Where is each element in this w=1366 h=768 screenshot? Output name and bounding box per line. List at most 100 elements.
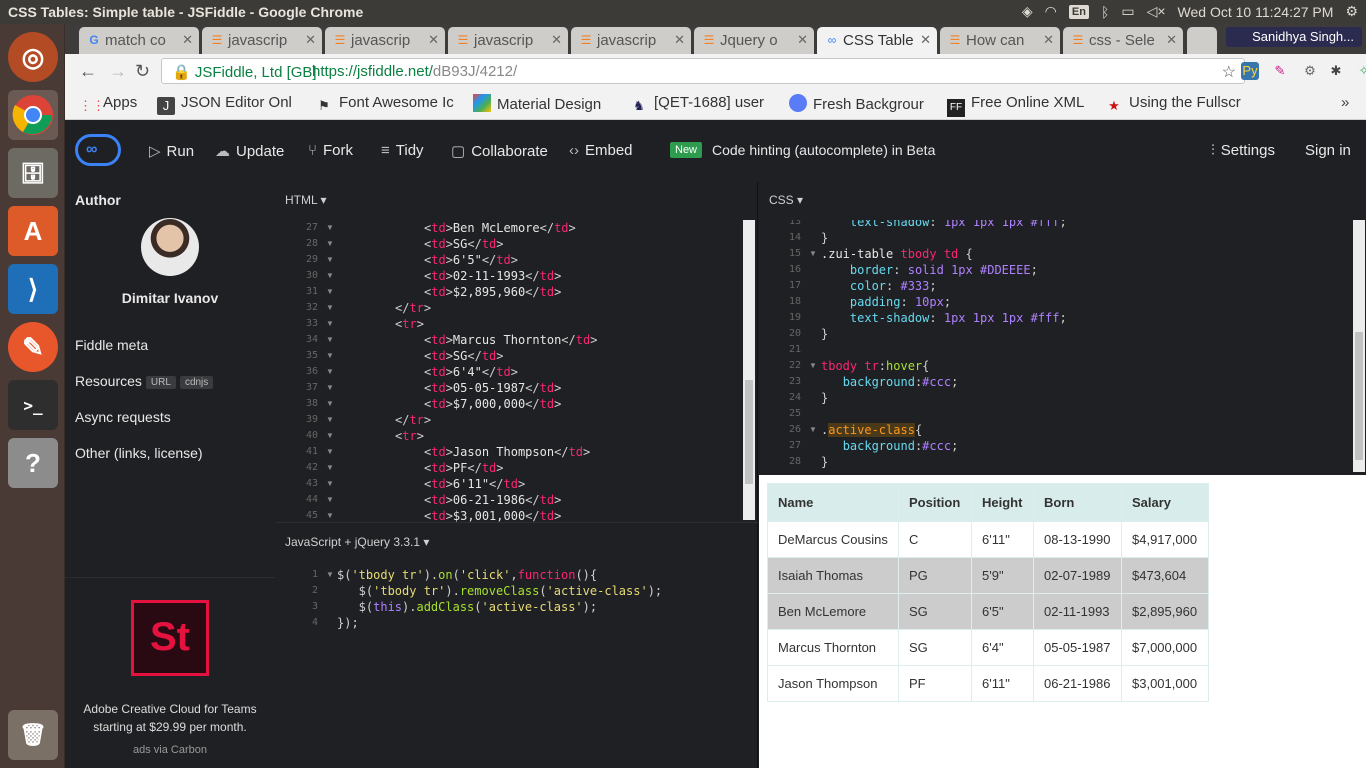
fold-arrow-icon[interactable]: ▼ (326, 495, 334, 504)
close-tab-icon[interactable]: ✕ (920, 32, 931, 48)
chrome-launcher-icon[interactable] (8, 90, 58, 140)
code-line[interactable]: color: #333; (821, 278, 937, 294)
code-line[interactable]: tbody tr:hover{ (821, 358, 929, 374)
code-line[interactable]: <td>Jason Thompson</td> (424, 444, 590, 460)
tab-3[interactable]: ☰ javascrip ✕ (448, 27, 568, 54)
bookmark-fresh-background[interactable]: Fresh Backgrour (789, 94, 927, 113)
secure-lock-label[interactable]: 🔒 JSFiddle, Ltd [GB] (172, 63, 317, 81)
fold-arrow-icon[interactable]: ▼ (326, 303, 334, 312)
dropbox-icon[interactable]: ◈ (1022, 3, 1033, 20)
code-line[interactable]: <tr> (395, 428, 424, 444)
fold-arrow-icon[interactable]: ▼ (326, 223, 334, 232)
forward-icon[interactable]: → (109, 61, 127, 82)
js-panel-header[interactable]: JavaScript + jQuery 3.3.1 ▾ (285, 535, 429, 549)
table-row[interactable]: Marcus Thornton SG 6'4" 05-05-1987 $7,000,00… (767, 629, 1209, 666)
code-line[interactable]: background:#ccc; (821, 374, 959, 390)
settings-button[interactable]: ⫶ Settings (1211, 142, 1275, 159)
embed-button[interactable]: ‹› Embed (569, 142, 633, 159)
code-line[interactable]: <td>$7,000,000</td> (424, 396, 561, 412)
bookmark-json-editor[interactable]: J JSON Editor Onl (157, 94, 297, 115)
tab-7[interactable]: ☰ How can ✕ (940, 27, 1060, 54)
fold-arrow-icon[interactable]: ▼ (809, 249, 817, 258)
fold-arrow-icon[interactable]: ▼ (326, 463, 334, 472)
table-row[interactable]: Ben McLemore SG 6'5" 02-11-1993 $2,895,960 (767, 593, 1209, 630)
volume-muted-icon[interactable]: ◁× (1147, 3, 1166, 20)
code-line[interactable]: background:#ccc; (821, 438, 959, 454)
puzzle-extension-icon[interactable]: ✱ (1327, 62, 1345, 80)
html-panel[interactable]: HTML ▾ 27 ▼ <td>Ben McLemore</td> 28 ▼ <td>SG… (276, 182, 758, 523)
grammar-extension-icon[interactable]: ✧ (1355, 62, 1366, 80)
code-line[interactable]: $('tbody tr').removeClass('active-class'… (337, 583, 662, 599)
url-pill[interactable]: URL (145, 376, 176, 389)
code-line[interactable]: .active-class{ (821, 422, 922, 438)
bookmark-star-icon[interactable]: ☆ (1222, 62, 1236, 82)
keyboard-language-indicator[interactable]: En (1068, 4, 1089, 19)
code-line[interactable]: text-shadow: 1px 1px 1px #fff; (821, 220, 1067, 230)
fold-arrow-icon[interactable]: ▼ (809, 361, 817, 370)
code-line[interactable]: text-shadow: 1px 1px 1px #fff; (821, 310, 1067, 326)
settings-extension-icon[interactable]: ⚙ (1301, 62, 1319, 80)
fold-arrow-icon[interactable]: ▼ (326, 447, 334, 456)
code-line[interactable]: } (821, 390, 828, 406)
css-scroll-thumb[interactable] (1355, 332, 1363, 460)
software-center-icon[interactable]: A (8, 206, 58, 256)
postman-icon[interactable]: ✎ (8, 322, 58, 372)
tab-2[interactable]: ☰ javascrip ✕ (325, 27, 445, 54)
other-links-item[interactable]: Other (links, license) (75, 445, 203, 461)
fold-arrow-icon[interactable]: ▼ (326, 335, 334, 344)
tidy-button[interactable]: ≡ Tidy (381, 142, 424, 159)
code-hinting-link[interactable]: Code hinting (autocomplete) in Beta (712, 142, 935, 158)
jsfiddle-logo-icon[interactable]: ∞ (75, 134, 121, 166)
code-line[interactable]: </tr> (395, 300, 431, 316)
code-line[interactable]: <td>Marcus Thornton</td> (424, 332, 597, 348)
html-scroll-thumb[interactable] (745, 380, 753, 484)
fold-arrow-icon[interactable]: ▼ (326, 415, 334, 424)
tab-8[interactable]: ☰ css - Sele ✕ (1063, 27, 1183, 54)
python-extension-icon[interactable]: Py (1241, 62, 1259, 80)
tab-5[interactable]: ☰ Jquery o ✕ (694, 27, 814, 54)
code-line[interactable]: <td>02-11-1993</td> (424, 268, 561, 284)
css-scrollbar[interactable] (1353, 220, 1365, 472)
bookmark-qet[interactable]: ♞ [QET-1688] user (630, 94, 766, 115)
code-line[interactable]: } (821, 230, 828, 246)
close-tab-icon[interactable]: ✕ (1043, 32, 1054, 48)
clock[interactable]: Wed Oct 10 11:24:27 PM (1178, 4, 1334, 20)
fold-arrow-icon[interactable]: ▼ (326, 431, 334, 440)
code-line[interactable]: <td>6'5"</td> (424, 252, 518, 268)
fold-arrow-icon[interactable]: ▼ (326, 399, 334, 408)
code-line[interactable]: } (821, 454, 828, 470)
vscode-icon[interactable]: ⟩ (8, 264, 58, 314)
wifi-icon[interactable]: ◠ (1045, 3, 1057, 20)
code-line[interactable]: <td>6'4"</td> (424, 364, 518, 380)
fold-arrow-icon[interactable]: ▼ (326, 570, 334, 579)
fold-arrow-icon[interactable]: ▼ (326, 511, 334, 520)
fold-arrow-icon[interactable]: ▼ (326, 479, 334, 488)
fork-button[interactable]: ⑂ Fork (308, 142, 353, 159)
close-tab-icon[interactable]: ✕ (551, 32, 562, 48)
tab-0[interactable]: Gmatch co ✕ (79, 27, 199, 54)
unknown-app-icon[interactable]: ? (8, 438, 58, 488)
code-line[interactable]: <td>SG</td> (424, 236, 504, 252)
profile-button[interactable]: Sanidhya Singh... (1226, 27, 1362, 47)
css-panel-header[interactable]: CSS ▾ (769, 193, 803, 207)
bookmark-fullscreen[interactable]: ★ Using the Fullscr (1105, 94, 1245, 115)
code-line[interactable]: <td>05-05-1987</td> (424, 380, 561, 396)
close-tab-icon[interactable]: ✕ (428, 32, 439, 48)
code-line[interactable]: <td>06-21-1986</td> (424, 492, 561, 508)
fold-arrow-icon[interactable]: ▼ (326, 367, 334, 376)
run-button[interactable]: ▷ Run (149, 142, 194, 160)
bookmark-apps[interactable]: ⋮⋮Apps (79, 94, 137, 115)
close-tab-icon[interactable]: ✕ (797, 32, 808, 48)
tab-4[interactable]: ☰ javascrip ✕ (571, 27, 691, 54)
fold-arrow-icon[interactable]: ▼ (326, 287, 334, 296)
code-line[interactable]: }); (337, 615, 359, 631)
files-icon[interactable]: 🗄 (8, 148, 58, 198)
sign-in-button[interactable]: Sign in (1305, 142, 1351, 159)
code-line[interactable]: <td>$2,895,960</td> (424, 284, 561, 300)
css-code-editor[interactable]: 13 text-shadow: 1px 1px 1px #fff; 14} 15 ▼.… (759, 220, 1353, 472)
bookmarks-overflow-icon[interactable]: » (1341, 94, 1349, 111)
tab-6-active[interactable]: ∞ CSS Table ✕ (817, 27, 937, 54)
fold-arrow-icon[interactable]: ▼ (326, 271, 334, 280)
adobe-stock-logo[interactable]: St (131, 600, 209, 676)
ad-source[interactable]: ads via Carbon (65, 744, 275, 756)
